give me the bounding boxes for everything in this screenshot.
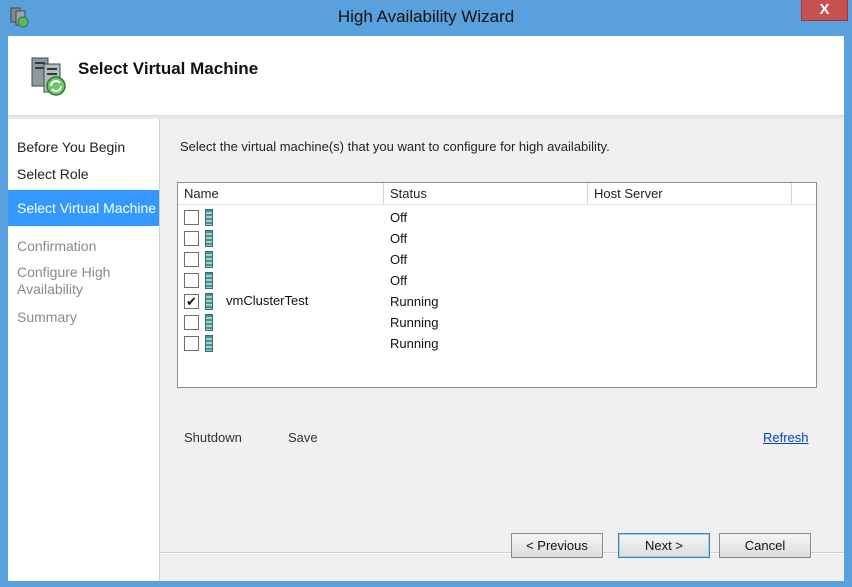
vm-status: Off — [390, 252, 408, 267]
column-header-status[interactable]: Status — [384, 183, 588, 205]
vm-checkbox[interactable] — [184, 336, 199, 351]
save-action: Save — [288, 430, 318, 445]
vm-list-header: Name Status Host Server — [178, 183, 816, 205]
nav-step-select-role[interactable]: Select Role — [8, 166, 159, 182]
next-button[interactable]: Next > — [618, 533, 710, 558]
wizard-header: Select Virtual Machine — [8, 36, 844, 116]
virtual-machine-icon — [205, 335, 213, 352]
vm-row-selected[interactable]: ✔ vmClusterTest Running — [178, 291, 816, 312]
column-header-host-server[interactable]: Host Server — [588, 183, 792, 205]
vm-row[interactable]: Off — [178, 228, 816, 249]
instruction-text: Select the virtual machine(s) that you w… — [180, 139, 610, 154]
close-button[interactable]: X — [801, 0, 848, 21]
previous-button[interactable]: < Previous — [511, 533, 603, 558]
virtual-machine-icon — [205, 209, 213, 226]
vm-name: vmClusterTest — [226, 293, 309, 308]
title-bar: High Availability Wizard X — [0, 0, 852, 36]
vm-status: Running — [390, 336, 439, 351]
nav-step-select-virtual-machine[interactable]: Select Virtual Machine — [8, 190, 159, 226]
vm-row[interactable]: Off — [178, 249, 816, 270]
vm-status: Running — [390, 294, 439, 309]
main-panel: Select the virtual machine(s) that you w… — [160, 119, 844, 581]
vm-checkbox[interactable] — [184, 273, 199, 288]
vm-checkbox[interactable] — [184, 210, 199, 225]
vm-row[interactable]: Running — [178, 333, 816, 354]
nav-step-summary: Summary — [17, 309, 77, 325]
server-cluster-icon — [31, 57, 66, 96]
vm-status: Off — [390, 273, 408, 288]
vm-row[interactable]: Running — [178, 312, 816, 333]
vm-checkbox-checked[interactable]: ✔ — [184, 294, 199, 309]
nav-step-configure-high-availability: Configure High Availability — [17, 264, 111, 297]
vm-checkbox[interactable] — [184, 252, 199, 267]
vm-row[interactable]: Off — [178, 207, 816, 228]
vm-row[interactable]: Off — [178, 270, 816, 291]
vm-checkbox[interactable] — [184, 315, 199, 330]
window-title: High Availability Wizard — [337, 7, 515, 26]
cancel-button[interactable]: Cancel — [719, 533, 811, 558]
refresh-link[interactable]: Refresh — [763, 430, 809, 445]
vm-checkbox[interactable] — [184, 231, 199, 246]
shutdown-action: Shutdown — [184, 430, 242, 445]
virtual-machine-icon — [205, 272, 213, 289]
page-title: Select Virtual Machine — [78, 59, 259, 78]
nav-step-confirmation: Confirmation — [17, 238, 97, 254]
vm-status: Off — [390, 210, 408, 225]
wizard-steps-nav: Before You Begin Select Role Select Virt… — [8, 119, 159, 581]
wizard-client-area: Select Virtual Machine Before You Begin … — [8, 36, 844, 581]
vm-status: Off — [390, 231, 408, 246]
column-header-name[interactable]: Name — [178, 183, 384, 205]
virtual-machine-icon — [205, 251, 213, 268]
nav-step-before-you-begin[interactable]: Before You Begin — [8, 139, 159, 155]
virtual-machine-icon — [205, 314, 213, 331]
vm-status: Running — [390, 315, 439, 330]
virtual-machine-icon — [205, 230, 213, 247]
vm-list[interactable]: Name Status Host Server Off Off Off Off … — [177, 182, 817, 388]
wizard-window: High Availability Wizard X Select Virtua… — [0, 0, 852, 587]
virtual-machine-icon — [205, 293, 213, 310]
